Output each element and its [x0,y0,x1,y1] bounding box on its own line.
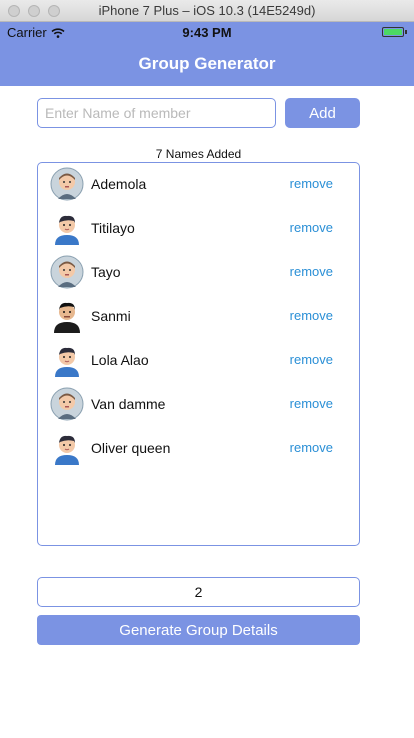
member-row: Titilayo remove [38,209,359,253]
avatar-icon [50,167,84,201]
status-time: 9:43 PM [182,25,232,40]
remove-member-link[interactable]: remove [290,396,333,411]
add-button[interactable]: Add [285,98,360,128]
remove-member-link[interactable]: remove [290,264,333,279]
member-list[interactable]: Ademola remove Titilayo remove Tayo remove San… [37,162,360,546]
avatar-icon [50,387,84,421]
member-name: Ademola [91,176,147,192]
avatar-icon [50,299,84,333]
avatar-icon [50,343,84,377]
member-name: Tayo [91,264,121,280]
remove-member-link[interactable]: remove [290,176,333,191]
member-row: Tayo remove [38,253,359,297]
member-name: Titilayo [91,220,135,236]
remove-member-link[interactable]: remove [290,308,333,323]
window-controls [8,5,60,17]
phone-screen: Carrier 9:43 PM Group Generator Add 7 Na… [0,22,414,738]
member-name: Oliver queen [91,440,171,456]
member-name: Lola Alao [91,352,149,368]
status-bar: Carrier 9:43 PM [0,22,414,42]
avatar-icon [50,211,84,245]
member-name-input[interactable] [37,98,276,128]
remove-member-link[interactable]: remove [290,220,333,235]
minimize-window-button[interactable] [28,5,40,17]
page-title: Group Generator [138,54,276,73]
battery-level [384,29,402,35]
battery-icon [382,27,407,37]
group-size-input[interactable] [37,577,360,607]
member-name: Van damme [91,396,166,412]
zoom-window-button[interactable] [48,5,60,17]
member-row: Lola Alao remove [38,341,359,385]
window-title: iPhone 7 Plus – iOS 10.3 (14E5249d) [98,3,316,18]
navigation-bar: Carrier 9:43 PM Group Generator [0,22,414,86]
remove-member-link[interactable]: remove [290,440,333,455]
member-row: Sanmi remove [38,297,359,341]
remove-member-link[interactable]: remove [290,352,333,367]
generate-group-button[interactable]: Generate Group Details [37,615,360,645]
member-row: Ademola remove [38,165,359,209]
member-name: Sanmi [91,308,131,324]
window-title-bar: iPhone 7 Plus – iOS 10.3 (14E5249d) [0,0,414,22]
member-row: Van damme remove [38,385,359,429]
names-count-label: 7 Names Added [155,147,242,161]
close-window-button[interactable] [8,5,20,17]
avatar-icon [50,431,84,465]
member-row: Oliver queen remove [38,429,359,473]
avatar-icon [50,255,84,289]
